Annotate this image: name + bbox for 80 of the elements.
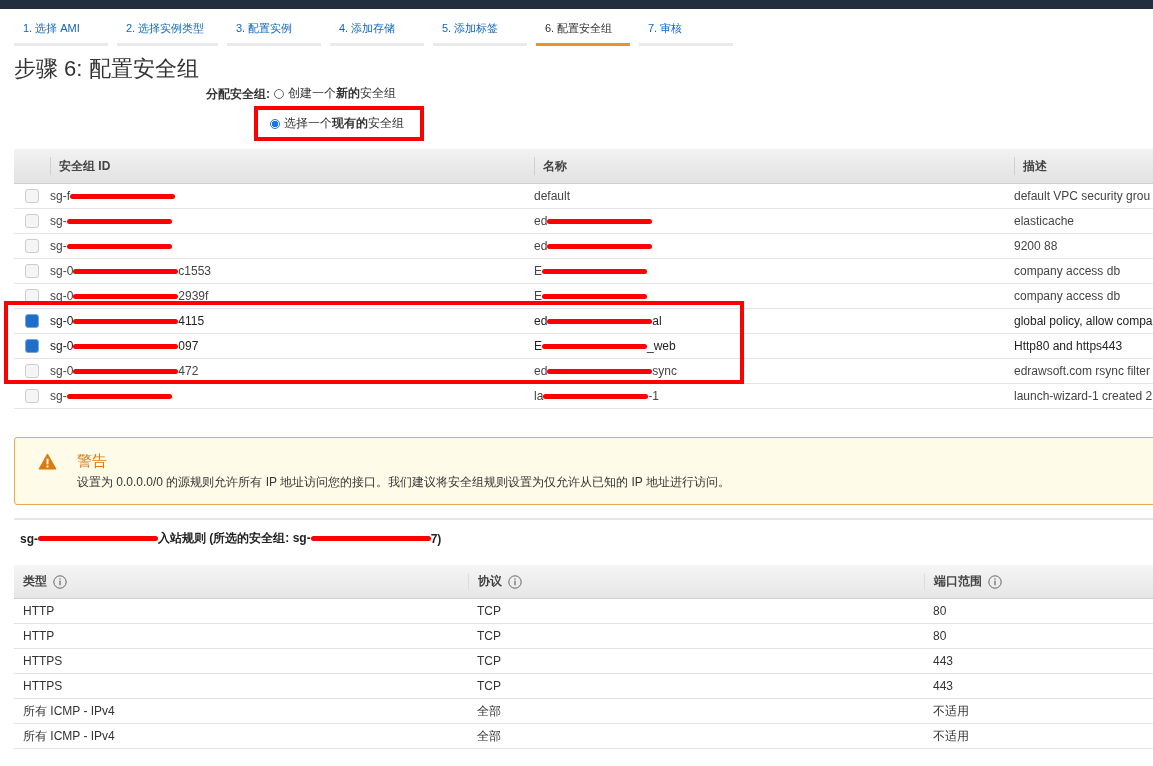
table-cell: 9200 88: [1014, 239, 1058, 253]
table-cell: HTTP: [23, 604, 55, 618]
table-cell: 全部: [477, 703, 501, 718]
table-cell: 不适用: [933, 703, 969, 718]
step-tab[interactable]: 2. 选择实例类型: [117, 19, 218, 46]
table-cell: HTTPS: [23, 679, 63, 693]
table-cell: TCP: [477, 604, 501, 618]
table-cell: 全部: [477, 728, 501, 743]
radio-button[interactable]: [270, 118, 280, 129]
table-cell: E: [534, 264, 647, 278]
column-header: 类型: [23, 573, 47, 590]
step-tab[interactable]: 6. 配置安全组: [536, 19, 630, 46]
table-cell: ed: [534, 214, 653, 228]
column-header: 协议: [478, 573, 502, 590]
table-cell: TCP: [477, 629, 501, 643]
table-cell: HTTPS: [23, 654, 63, 668]
table-cell: sg-: [50, 239, 172, 253]
table-cell: sg-0 c1553: [50, 264, 212, 278]
warning-title: 警告: [77, 452, 108, 471]
column-header: 端口范围: [934, 573, 982, 590]
table-cell: sg-0 472: [50, 364, 199, 378]
warning-icon: [38, 453, 57, 470]
table-cell: sg-: [50, 214, 172, 228]
table-cell: TCP: [477, 654, 501, 668]
table-cell: ed al: [534, 314, 662, 328]
table-cell: elasticache: [1014, 214, 1075, 228]
step-tab[interactable]: 5. 添加标签: [433, 19, 527, 46]
table-cell: global policy, allow compa: [1014, 314, 1153, 328]
table-cell: sg-f: [50, 189, 175, 203]
radio-button[interactable]: [274, 88, 284, 99]
step-tab[interactable]: 4. 添加存储: [330, 19, 424, 46]
table-cell: default: [534, 189, 571, 203]
table-cell: 80: [933, 604, 947, 618]
column-header: 安全组 ID: [50, 157, 534, 175]
table-cell: 443: [933, 654, 954, 668]
table-cell: launch-wizard-1 created 2: [1014, 389, 1153, 403]
table-cell: TCP: [477, 679, 501, 693]
table-cell: Http80 and https443: [1014, 339, 1123, 353]
table-cell: sg-0 4115: [50, 314, 205, 328]
table-cell: la -1: [534, 389, 659, 403]
rules-heading: sg- 入站规则 (所选的安全组: sg- 7): [20, 530, 443, 547]
table-cell: sg-0 097: [50, 339, 199, 353]
radio-option[interactable]: 创建一个新的安全组: [274, 83, 424, 104]
radio-label: 选择一个现有的安全组: [284, 115, 404, 132]
table-cell: ed: [534, 239, 653, 253]
table-cell: HTTP: [23, 629, 55, 643]
table-cell: 443: [933, 679, 954, 693]
checkbox[interactable]: [25, 389, 39, 403]
table-cell: default VPC security grou: [1014, 189, 1151, 203]
field-label: 分配安全组:: [206, 86, 270, 103]
table-cell: 所有 ICMP - IPv4: [23, 728, 115, 743]
table-cell: 所有 ICMP - IPv4: [23, 703, 115, 718]
radio-label: 创建一个新的安全组: [288, 85, 396, 102]
table-cell: sg-: [50, 389, 172, 403]
table-cell: 80: [933, 629, 947, 643]
checkbox[interactable]: [25, 264, 39, 278]
column-header: 名称: [534, 157, 1014, 175]
table-cell: company access db: [1014, 289, 1121, 303]
step-tab[interactable]: 1. 选择 AMI: [14, 19, 108, 46]
table-cell: E _web: [534, 339, 676, 353]
checkbox[interactable]: [25, 314, 39, 328]
page-heading: 步骤 6: 配置安全组: [14, 55, 200, 83]
info-icon[interactable]: [53, 574, 67, 589]
checkbox[interactable]: [25, 214, 39, 228]
table-cell: 不适用: [933, 728, 969, 743]
column-header: 描述: [1014, 157, 1153, 175]
table-cell: ed sync: [534, 364, 678, 378]
table-cell: E: [534, 289, 647, 303]
warning-message: 设置为 0.0.0.0/0 的源规则允许所有 IP 地址访问您的接口。我们建议将安全组规则设置为仅允许从已知的 IP 地址进行访问。: [77, 474, 730, 491]
table-cell: company access db: [1014, 264, 1121, 278]
step-tab[interactable]: 7. 审核: [639, 19, 733, 46]
checkbox[interactable]: [25, 239, 39, 253]
info-icon[interactable]: [988, 574, 1002, 589]
checkbox[interactable]: [25, 339, 39, 353]
radio-option[interactable]: 选择一个现有的安全组: [270, 113, 404, 134]
checkbox[interactable]: [25, 189, 39, 203]
checkbox[interactable]: [25, 364, 39, 378]
step-tab[interactable]: 3. 配置实例: [227, 19, 321, 46]
table-cell: edrawsoft.com rsync filter: [1014, 364, 1151, 378]
info-icon[interactable]: [508, 574, 522, 589]
